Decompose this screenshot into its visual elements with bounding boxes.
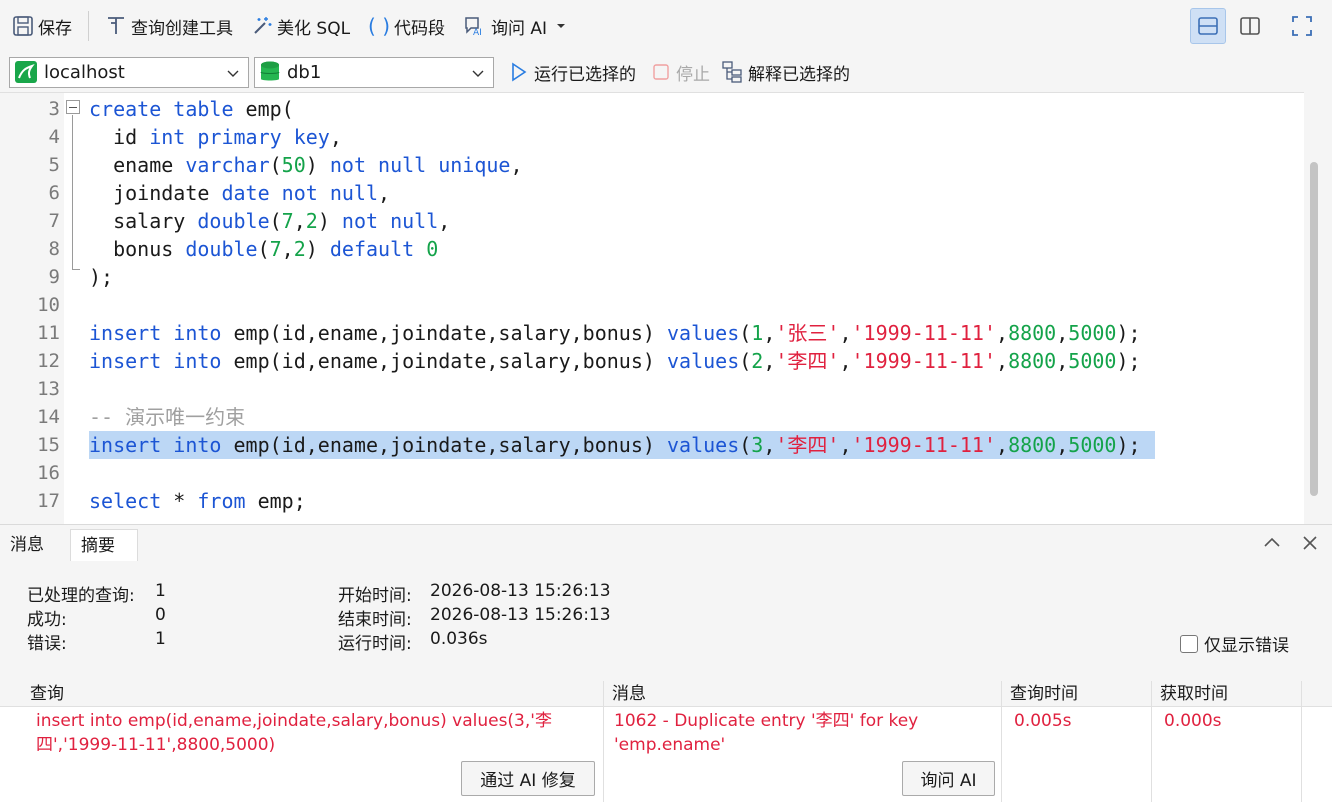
results-tabs: 消息 摘要	[0, 529, 138, 561]
query-builder-label: 查询创建工具	[131, 18, 233, 39]
explain-icon	[722, 61, 742, 83]
split-vertical-icon	[1240, 17, 1260, 35]
stop-icon	[653, 64, 669, 80]
code-snippet-label: 代码段	[394, 18, 446, 39]
code-lines: 3 create table emp( 4 id int primary key,…	[0, 95, 1306, 515]
results-panel: 消息 摘要 已处理的查询: 1 成功: 0 错误: 1 开始时间: 2026-0…	[0, 524, 1332, 802]
errors-value: 1	[155, 629, 166, 649]
parentheses-icon: ( )	[368, 14, 391, 38]
success-label: 成功:	[27, 610, 67, 630]
chevron-up-icon[interactable]	[1262, 533, 1282, 553]
ask-ai-row-button[interactable]: 询问 AI	[902, 761, 995, 796]
checkbox-box[interactable]	[1180, 634, 1198, 653]
code-line: 10	[37, 294, 60, 316]
code-line: 8 bonus double(7,2) default 0	[48, 237, 439, 261]
chevron-down-icon	[472, 70, 484, 77]
tab-summary[interactable]: 摘要	[70, 529, 138, 561]
elapsed-value: 0.036s	[430, 629, 488, 649]
grid-header: 查询 消息 查询时间 获取时间	[0, 681, 1332, 707]
explain-selected-button[interactable]: 解释已选择的	[722, 60, 850, 85]
database-icon	[260, 61, 280, 81]
save-icon	[13, 16, 33, 36]
run-selected-button[interactable]: 运行已选择的	[510, 60, 636, 85]
end-time-value: 2026-08-13 15:26:13	[430, 605, 611, 625]
query-builder-icon	[108, 17, 124, 34]
column-header-query[interactable]: 查询	[22, 681, 604, 707]
view-toggle-group	[1190, 8, 1320, 44]
run-selected-label: 运行已选择的	[534, 64, 636, 85]
stop-button[interactable]: 停止	[652, 60, 710, 85]
beautify-sql-label: 美化 SQL	[277, 18, 351, 39]
editor-scroll-track	[1304, 92, 1332, 524]
code-line: 14 -- 演示唯一约束	[37, 405, 246, 429]
code-line-selected: 15 insert into emp(id,ename,joindate,sala…	[0, 431, 1306, 459]
chevron-down-icon	[227, 70, 239, 77]
split-horizontal-button[interactable]	[1190, 8, 1226, 44]
success-value: 0	[155, 605, 166, 625]
ask-ai-label: 询问 AI	[491, 18, 548, 39]
code-line: 17 select * from emp;	[37, 489, 306, 513]
end-time-label: 结束时间:	[338, 610, 412, 630]
code-line: 7 salary double(7,2) not null,	[48, 209, 451, 233]
code-line: 12 insert into emp(id,ename,joindate,sala…	[37, 349, 1141, 373]
main-toolbar: 保存 查询创建工具 美化 SQL ( ) 代码段 AI 询问 AI	[0, 0, 1332, 52]
code-line: 5 ename varchar(50) not null unique,	[48, 153, 523, 177]
summary-section: 已处理的查询: 1 成功: 0 错误: 1 开始时间: 2026-08-13 1…	[0, 561, 1332, 681]
code-line: 16	[37, 462, 60, 484]
play-icon	[512, 62, 527, 82]
results-grid: 查询 消息 查询时间 获取时间 insert into emp(id,ename…	[0, 681, 1332, 802]
ai-chat-icon: AI	[465, 17, 482, 38]
connection-select[interactable]: localhost	[9, 56, 249, 88]
fix-with-ai-button[interactable]: 通过 AI 修复	[461, 761, 595, 796]
close-icon[interactable]	[1300, 533, 1320, 553]
cell-query-time[interactable]: 0.005s	[1002, 707, 1152, 802]
beautify-sql-button[interactable]: 美化 SQL	[245, 8, 356, 44]
connection-toolbar: localhost db1 运行已选择的 停止 解释已选择的	[0, 52, 1332, 92]
code-line: 9);	[48, 265, 114, 289]
code-line: 11 insert into emp(id,ename,joindate,sala…	[37, 321, 1141, 345]
code-line: 13	[37, 378, 60, 400]
column-header-message[interactable]: 消息	[604, 681, 1002, 707]
processed-label: 已处理的查询:	[27, 586, 135, 606]
stop-label: 停止	[676, 64, 710, 85]
database-value: db1	[287, 61, 322, 83]
sql-editor[interactable]: 3 create table emp( 4 id int primary key,…	[0, 92, 1332, 524]
chevron-down-icon[interactable]	[555, 20, 567, 32]
database-select[interactable]: db1	[254, 56, 494, 88]
column-header-fetch-time[interactable]: 获取时间	[1152, 681, 1302, 707]
save-label: 保存	[38, 18, 72, 39]
errors-label: 错误:	[27, 634, 67, 654]
start-time-value: 2026-08-13 15:26:13	[430, 581, 611, 601]
fullscreen-icon	[1292, 16, 1312, 36]
magic-wand-icon	[254, 17, 272, 34]
elapsed-label: 运行时间:	[338, 634, 412, 654]
tab-messages[interactable]: 消息	[0, 529, 70, 561]
code-snippet-button[interactable]: ( ) 代码段	[362, 8, 451, 44]
connection-value: localhost	[44, 61, 125, 83]
code-line: 4 id int primary key,	[48, 125, 342, 149]
ask-ai-button[interactable]: AI 询问 AI	[457, 8, 573, 44]
only-errors-label: 仅显示错误	[1204, 636, 1289, 656]
only-errors-checkbox[interactable]: 仅显示错误	[1180, 631, 1289, 656]
query-builder-button[interactable]: 查询创建工具	[99, 8, 239, 44]
split-horizontal-icon	[1198, 17, 1218, 35]
code-line: 3 create table emp(	[48, 97, 294, 121]
processed-value: 1	[155, 581, 166, 601]
editor-scrollbar[interactable]	[1310, 162, 1318, 496]
cell-fetch-time[interactable]: 0.000s	[1152, 707, 1302, 802]
column-header-query-time[interactable]: 查询时间	[1002, 681, 1152, 707]
fullscreen-button[interactable]	[1284, 8, 1320, 44]
mysql-connection-icon	[15, 61, 37, 83]
split-vertical-button[interactable]	[1232, 8, 1268, 44]
panel-controls	[1262, 533, 1320, 553]
code-line: 6 joindate date not null,	[48, 181, 391, 205]
start-time-label: 开始时间:	[338, 586, 412, 606]
save-button[interactable]: 保存	[6, 8, 78, 44]
explain-selected-label: 解释已选择的	[748, 64, 850, 85]
toolbar-separator	[88, 11, 89, 41]
svg-text:AI: AI	[473, 28, 482, 38]
